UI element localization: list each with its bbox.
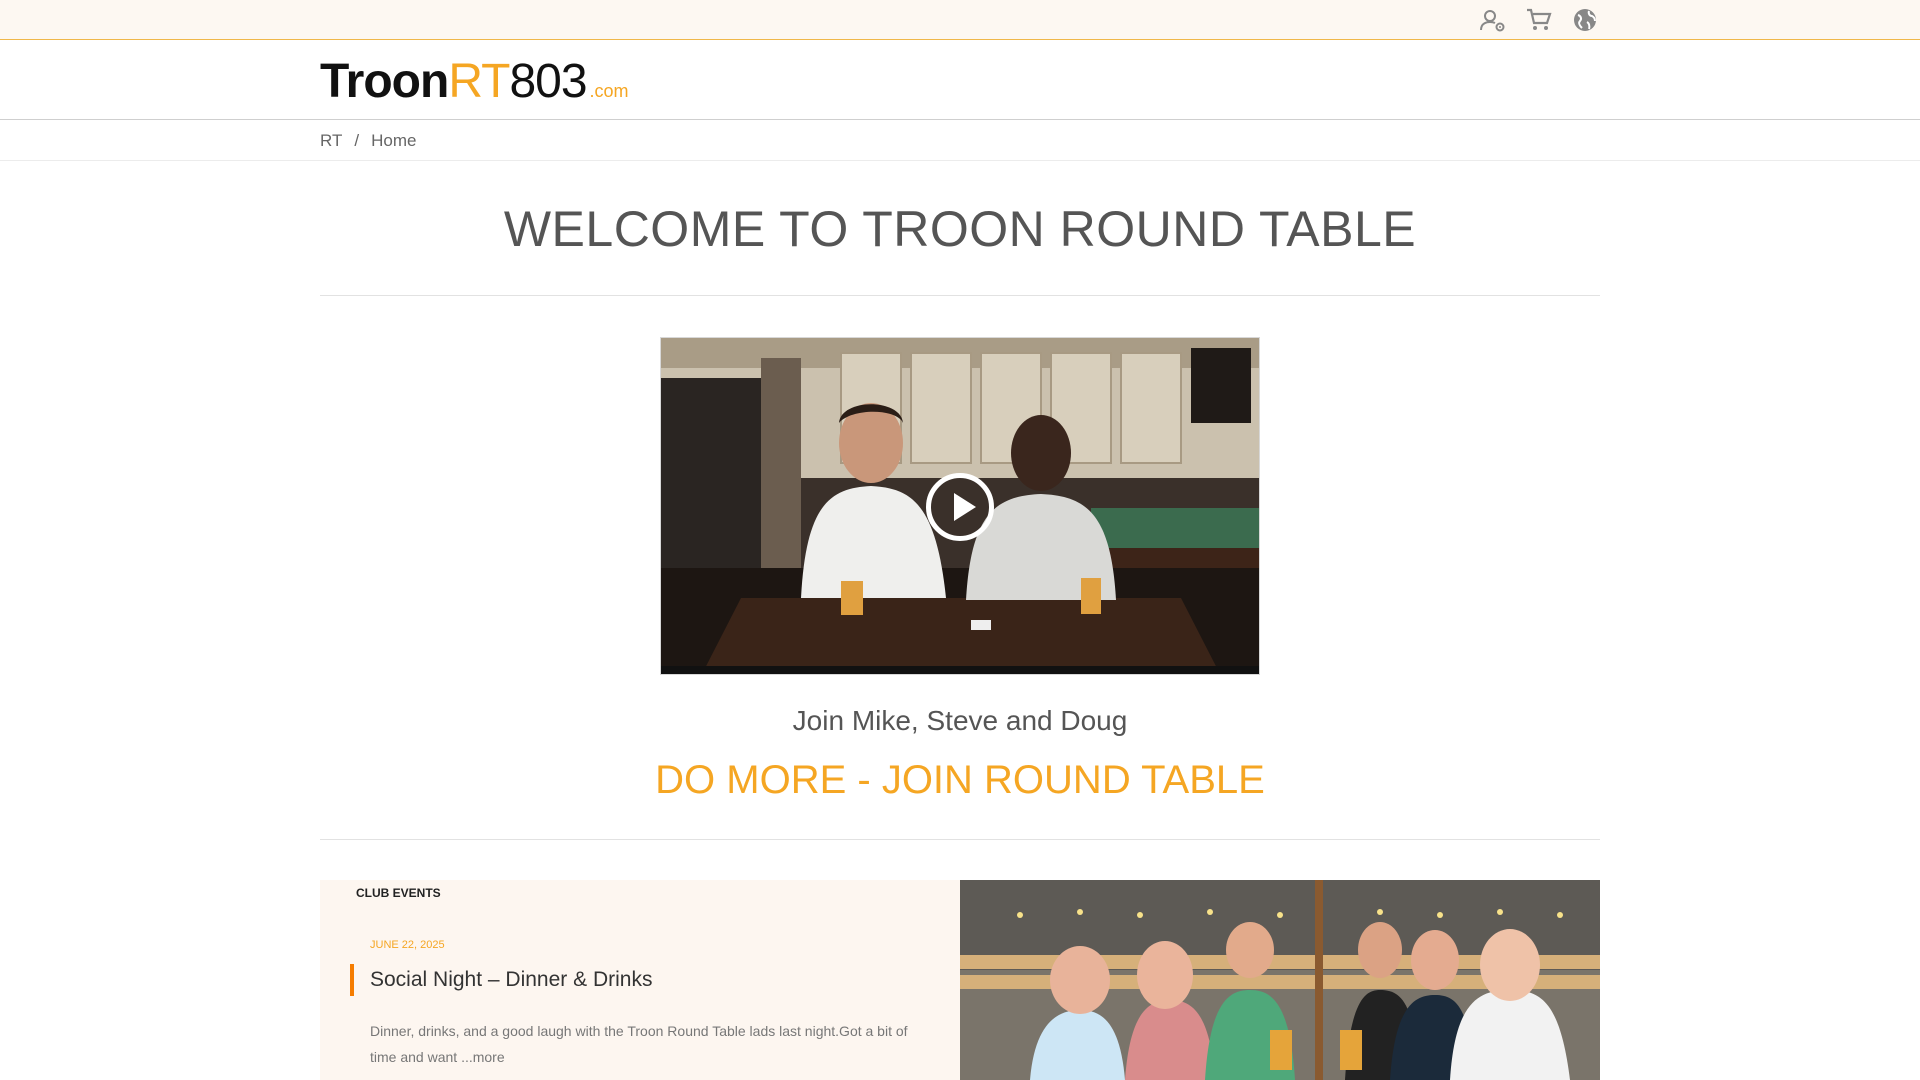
video-player[interactable] bbox=[660, 337, 1260, 675]
event-title[interactable]: Social Night – Dinner & Drinks bbox=[370, 968, 652, 992]
section-label: CLUB EVENTS bbox=[356, 886, 441, 900]
logo-803: 803 bbox=[509, 55, 587, 108]
breadcrumb-rt[interactable]: RT bbox=[320, 131, 342, 151]
breadcrumb-separator: / bbox=[354, 131, 360, 150]
site-header: Troon RT 803 .com bbox=[0, 40, 1920, 120]
breadcrumb: RT / Home bbox=[0, 121, 1920, 161]
accent-bar bbox=[350, 964, 354, 996]
page-title: WELCOME TO TROON ROUND TABLE bbox=[503, 201, 1417, 257]
logo-troon: Troon bbox=[320, 55, 449, 108]
top-utility-bar bbox=[0, 0, 1920, 40]
user-settings-icon[interactable] bbox=[1479, 7, 1507, 33]
utility-icons bbox=[1479, 7, 1599, 33]
event-description: Dinner, drinks, and a good laugh with th… bbox=[370, 1018, 930, 1070]
cart-icon[interactable] bbox=[1525, 7, 1553, 33]
event-photo[interactable] bbox=[960, 880, 1600, 1080]
club-events-panel: CLUB EVENTS JUNE 22, 2025 Social Night –… bbox=[320, 880, 960, 1080]
event-description-text: Dinner, drinks, and a good laugh with th… bbox=[370, 1023, 908, 1065]
site-logo[interactable]: Troon RT 803 .com bbox=[320, 54, 629, 108]
play-icon[interactable] bbox=[926, 473, 994, 541]
join-tagline: Join Mike, Steve and Doug bbox=[792, 705, 1128, 736]
event-date: JUNE 22, 2025 bbox=[370, 939, 445, 951]
join-round-table-link[interactable]: DO MORE - JOIN ROUND TABLE bbox=[320, 758, 1600, 803]
divider bbox=[320, 295, 1600, 296]
logo-rt: RT bbox=[448, 55, 510, 108]
logo-com: .com bbox=[589, 81, 629, 101]
read-more-link[interactable]: ...more bbox=[461, 1049, 505, 1065]
divider bbox=[320, 839, 1600, 840]
globe-icon[interactable] bbox=[1571, 7, 1599, 33]
breadcrumb-home: Home bbox=[371, 131, 417, 150]
